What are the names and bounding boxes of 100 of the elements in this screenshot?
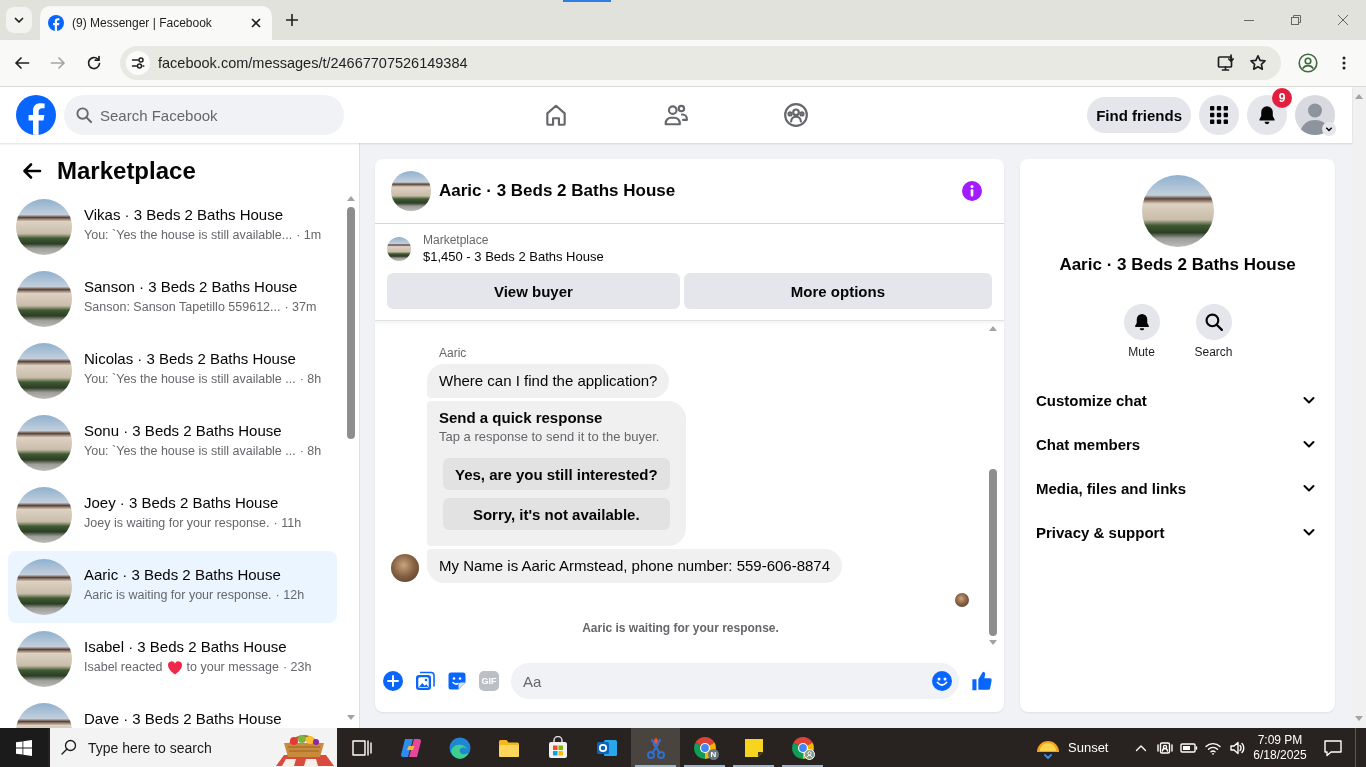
tab-search-button[interactable]	[6, 7, 32, 33]
weather-widget[interactable]: Sunset	[1031, 728, 1129, 767]
message-bubble: Where can I find the application?	[427, 364, 670, 398]
back-icon[interactable]	[13, 54, 31, 72]
friends-icon[interactable]	[663, 102, 689, 128]
volume-icon[interactable]	[1229, 739, 1245, 756]
menu-button[interactable]	[1199, 95, 1239, 135]
clock-time[interactable]: 7:09 PM	[1257, 732, 1303, 748]
profile-icon[interactable]	[1298, 53, 1318, 73]
close-icon[interactable]	[250, 17, 262, 29]
listing-photo	[16, 559, 72, 615]
message-preview: You: `Yes the house is still available...	[84, 227, 293, 244]
conversation-item[interactable]: Vikas · 3 Beds 2 Baths House You: `Yes the house is still available... · 1m	[8, 191, 337, 263]
conversation-name: Joey · 3 Beds 2 Baths House	[84, 494, 280, 512]
message-time: · 8h	[299, 443, 322, 460]
conversation-name: Isabel · 3 Beds 2 Baths House	[84, 638, 288, 656]
dropdown-chevron-icon[interactable]	[1322, 122, 1336, 136]
quick-response-hint: Tap a response to send it to the buyer.	[439, 429, 661, 445]
message-preview: You: `Yes the house is still available ...	[84, 371, 296, 388]
section-toggle[interactable]: Privacy & support	[1020, 510, 1335, 554]
message-time: · 37m	[284, 299, 317, 316]
message-field[interactable]: Aa	[511, 663, 959, 699]
find-friends-button[interactable]: Find friends	[1087, 97, 1191, 133]
message-time: · 23h	[282, 659, 312, 676]
home-icon[interactable]	[543, 102, 569, 128]
install-app-icon[interactable]	[1217, 54, 1235, 72]
message-preview: Aaric is waiting for your response.	[84, 587, 272, 604]
message-bubble: My Name is Aaric Armstead, phone number: 559-606-8874	[427, 549, 843, 583]
message-time: · 11h	[273, 515, 302, 532]
conversation-item[interactable]: Aaric · 3 Beds 2 Baths House Aaric is waiting for your response. · 12h	[8, 551, 337, 623]
plus-circle-icon[interactable]	[383, 671, 403, 691]
quick-reply-button[interactable]: Yes, are you still interested?	[443, 458, 670, 490]
action-button[interactable]: More options	[683, 273, 992, 309]
windows-start-icon[interactable]	[16, 739, 32, 756]
section-toggle[interactable]: Chat members	[1020, 422, 1335, 466]
thumbs-up-icon[interactable]	[971, 670, 993, 692]
listing-photo	[391, 171, 431, 211]
restore-icon[interactable]	[1290, 15, 1301, 25]
message-preview: Sanson: Sanson Tapetillo 559612...	[84, 299, 281, 316]
plus-icon[interactable]	[285, 13, 299, 27]
conversation-item[interactable]: Joey · 3 Beds 2 Baths House Joey is waiting for your response. · 11h	[8, 479, 337, 551]
meet-icon[interactable]	[1157, 739, 1173, 756]
conversation-name: Dave · 3 Beds 2 Baths House	[84, 710, 282, 728]
facebook-logo[interactable]	[16, 95, 56, 135]
wifi-icon[interactable]	[1205, 740, 1221, 755]
status-text: Aaric is waiting for your response.	[581, 620, 780, 636]
reload-icon[interactable]	[85, 54, 103, 72]
message-preview: Joey is waiting for your response.	[84, 515, 270, 532]
section-toggle[interactable]: Media, files and links	[1020, 466, 1335, 510]
grid-icon	[1210, 106, 1228, 124]
conversation-name: Nicolas · 3 Beds 2 Baths House	[84, 350, 297, 368]
quick-response-title: Send a quick response	[439, 409, 604, 427]
chrome-icon	[790, 735, 815, 760]
star-icon[interactable]	[1249, 54, 1267, 72]
battery-icon[interactable]	[1180, 741, 1198, 754]
message-time: · 12h	[275, 587, 305, 604]
action-button[interactable]: View buyer	[387, 273, 680, 309]
mute-button[interactable]	[1123, 304, 1160, 340]
taskbar-button[interactable]: N	[680, 728, 729, 767]
quick-reply-button[interactable]: Sorry, it's not available.	[443, 498, 670, 530]
notifications-icon[interactable]	[1323, 737, 1343, 758]
groups-icon[interactable]	[783, 102, 809, 128]
indicator-bar	[563, 0, 611, 2]
listing-photo	[387, 236, 411, 261]
listing-summary: $1,450 - 3 Beds 2 Baths House	[423, 248, 604, 265]
conversation-item[interactable]: Isabel · 3 Beds 2 Baths House Isabel reacted to your message · 23h	[8, 623, 337, 695]
message-preview: to your message	[186, 659, 279, 676]
edge-icon	[447, 735, 472, 760]
scroll-thumb[interactable]	[347, 207, 355, 439]
notification-badge: 9	[1272, 88, 1292, 108]
listing-source: Marketplace	[423, 232, 490, 248]
search-icon	[76, 107, 92, 123]
info-icon[interactable]	[962, 181, 982, 201]
sticker-icon[interactable]	[447, 671, 467, 691]
chat-title: Aaric · 3 Beds 2 Baths House	[439, 181, 677, 201]
search-field[interactable]: Type here to search	[50, 728, 337, 767]
browser-tab[interactable]: (9) Messenger | Facebook	[40, 6, 272, 40]
back-arrow-icon[interactable]	[22, 161, 42, 181]
address-field[interactable]: facebook.com/messages/t/24667707526149384	[120, 46, 1281, 80]
search-button[interactable]	[1195, 304, 1232, 340]
notifications-button[interactable]	[1247, 95, 1287, 135]
message-preview: Isabel reacted	[84, 659, 163, 676]
conversation-name: Aaric · 3 Beds 2 Baths House	[84, 566, 282, 584]
conversation-name: Sanson · 3 Beds 2 Baths House	[84, 278, 299, 296]
conversation-item[interactable]: Nicolas · 3 Beds 2 Baths House You: `Yes the house is still available ... · 8h	[8, 335, 337, 407]
conversation-item[interactable]: Sonu · 3 Beds 2 Baths House You: `Yes the house is still available ... · 8h	[8, 407, 337, 479]
search-icon	[61, 739, 77, 755]
section-toggle[interactable]: Customize chat	[1020, 378, 1335, 422]
message-preview: You: `Yes the house is still available ...	[84, 443, 296, 460]
search-field[interactable]: Search Facebook	[64, 95, 344, 135]
image-icon[interactable]	[415, 671, 435, 691]
scroll-thumb[interactable]	[988, 469, 997, 636]
site-settings-icon[interactable]	[126, 51, 150, 75]
chat-title: Aaric · 3 Beds 2 Baths House	[1058, 254, 1297, 276]
listing-photo	[16, 271, 72, 327]
clock-date[interactable]: 6/18/2025	[1253, 747, 1307, 763]
listing-photo	[16, 415, 72, 471]
emoji-icon[interactable]	[932, 671, 952, 691]
conversation-item[interactable]: Sanson · 3 Beds 2 Baths House Sanson: Sanson Tapetillo 559612... · 37m	[8, 263, 337, 335]
action-label: Search	[1194, 344, 1233, 360]
